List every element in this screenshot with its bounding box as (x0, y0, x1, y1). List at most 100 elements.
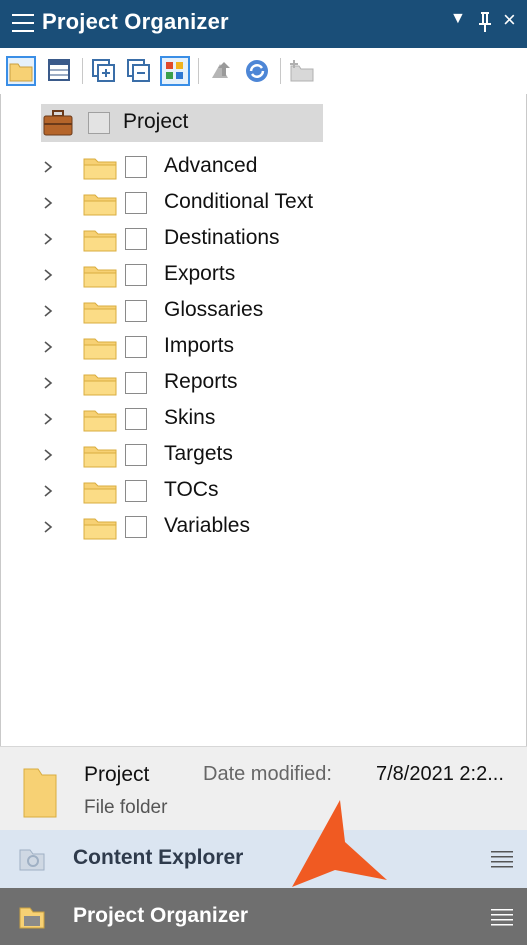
checkbox[interactable] (88, 112, 110, 134)
folder-icon (83, 194, 117, 216)
details-date-value: 7/8/2021 2:2... (376, 763, 504, 785)
tree-item-label: TOCs (164, 478, 219, 501)
pane-tab-content-explorer[interactable]: Content Explorer (0, 830, 527, 888)
checkbox[interactable] (125, 300, 147, 322)
checkbox[interactable] (125, 336, 147, 358)
chevron-right-icon[interactable] (43, 192, 55, 212)
pane-title: Project Organizer (42, 9, 229, 34)
pane-tab-project-organizer[interactable]: Project Organizer (0, 888, 527, 945)
tree-item-label: Variables (164, 514, 250, 537)
color-grid-icon (166, 62, 183, 79)
toolbar-separator (198, 58, 199, 84)
chevron-right-icon[interactable] (43, 336, 55, 356)
folder-icon (83, 446, 117, 468)
tree-item[interactable]: Targets (1, 438, 521, 472)
chevron-right-icon[interactable] (43, 408, 55, 428)
pane-title-bar: Project Organizer ▼ × (0, 0, 527, 48)
toolbar-separator (280, 58, 281, 84)
table-icon (48, 59, 70, 81)
folder-icon (83, 158, 117, 180)
tree-item-label: Glossaries (164, 298, 264, 321)
checkbox[interactable] (125, 228, 147, 250)
folder-icon (23, 768, 57, 818)
checkbox[interactable] (125, 372, 147, 394)
folder-icon (83, 482, 117, 504)
tree-item[interactable]: Exports (1, 258, 521, 292)
toolbar (0, 48, 527, 94)
tree-item[interactable]: Reports (1, 366, 521, 400)
checkbox[interactable] (125, 156, 147, 178)
menu-icon[interactable] (12, 12, 34, 34)
chevron-right-icon[interactable] (43, 516, 55, 536)
details-name: Project (84, 763, 150, 786)
checkbox[interactable] (125, 480, 147, 502)
tree-item-label: Targets (164, 442, 233, 465)
new-folder-button[interactable] (287, 56, 317, 86)
hamburger-menu-icon[interactable] (491, 906, 513, 928)
refresh-icon (246, 60, 268, 82)
folder-icon (83, 374, 117, 396)
close-icon[interactable]: × (503, 7, 516, 33)
refresh-button[interactable] (242, 56, 272, 86)
toolbar-separator (82, 58, 83, 84)
dropdown-arrow-icon[interactable]: ▼ (450, 10, 466, 28)
folder-icon (83, 518, 117, 540)
tree-item-label: Skins (164, 406, 216, 429)
expand-all-icon (92, 59, 115, 82)
content-explorer-icon (19, 849, 45, 871)
checkbox[interactable] (125, 264, 147, 286)
chevron-right-icon[interactable] (43, 264, 55, 284)
details-date-label: Date modified: (203, 763, 332, 785)
chevron-right-icon[interactable] (43, 228, 55, 248)
tree-item-label: Imports (164, 334, 235, 357)
open-folder-icon (9, 63, 33, 82)
tree-item[interactable]: Conditional Text (1, 186, 521, 220)
checkbox[interactable] (125, 516, 147, 538)
hamburger-menu-icon[interactable] (491, 848, 513, 870)
tree-item-label: Advanced (164, 154, 258, 177)
details-panel: Project Date modified: 7/8/2021 2:2... F… (0, 746, 527, 830)
details-type: File folder (84, 797, 168, 818)
chevron-right-icon[interactable] (43, 372, 55, 392)
tree-item-label: Exports (164, 262, 236, 285)
project-organizer-icon (19, 907, 45, 929)
chevron-right-icon[interactable] (43, 156, 55, 176)
chevron-right-icon[interactable] (43, 480, 55, 500)
folder-icon (83, 302, 117, 324)
upload-icon (212, 62, 230, 78)
pane-tab-label: Content Explorer (73, 846, 244, 869)
color-grid-button[interactable] (160, 56, 190, 86)
tree-item[interactable]: Advanced (1, 150, 521, 184)
pane-tab-label: Project Organizer (73, 904, 249, 927)
expand-all-button[interactable] (89, 56, 119, 86)
folder-icon (83, 338, 117, 360)
table-button[interactable] (45, 56, 75, 86)
project-tree: Project Advanced Conditional Text Destinat… (0, 94, 527, 746)
tree-item[interactable]: TOCs (1, 474, 521, 508)
upload-button[interactable] (206, 56, 236, 86)
tree-item-label: Conditional Text (164, 190, 314, 213)
collapse-all-icon (127, 59, 150, 82)
tree-item-label: Project (123, 110, 189, 133)
folder-icon (83, 266, 117, 288)
folder-icon (83, 230, 117, 252)
tree-root-project[interactable]: Project (41, 104, 323, 142)
checkbox[interactable] (125, 408, 147, 430)
collapse-all-button[interactable] (124, 56, 154, 86)
checkbox[interactable] (125, 192, 147, 214)
checkbox[interactable] (125, 444, 147, 466)
tree-item-label: Destinations (164, 226, 280, 249)
chevron-right-icon[interactable] (43, 300, 55, 320)
pin-icon[interactable] (477, 11, 493, 33)
folder-icon (83, 410, 117, 432)
tree-item[interactable]: Destinations (1, 222, 521, 256)
chevron-right-icon[interactable] (43, 444, 55, 464)
open-folder-button[interactable] (6, 56, 36, 86)
tree-item-label: Reports (164, 370, 238, 393)
briefcase-icon (43, 110, 73, 136)
new-folder-icon (290, 60, 314, 82)
tree-item[interactable]: Glossaries (1, 294, 521, 328)
tree-item[interactable]: Imports (1, 330, 521, 364)
tree-item[interactable]: Skins (1, 402, 521, 436)
tree-item[interactable]: Variables (1, 510, 521, 544)
